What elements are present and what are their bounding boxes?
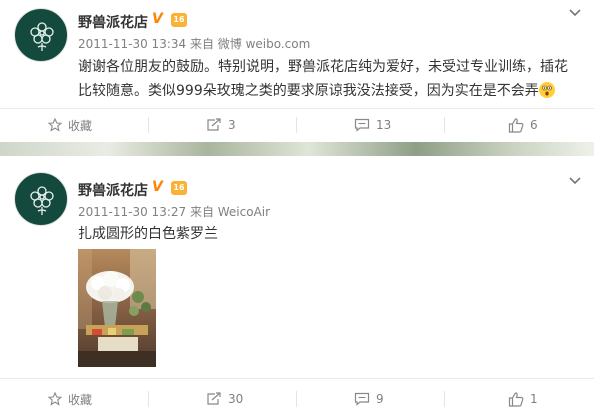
divider	[0, 378, 594, 379]
star-icon	[48, 118, 62, 132]
repost-button[interactable]: 3	[206, 111, 236, 139]
surprised-face-icon	[538, 82, 555, 98]
comment-icon	[354, 392, 370, 406]
post-text-line: 比较随意。类似999朵玫瑰之类的要求原谅我没法接受，因为实在是不会弄	[78, 79, 568, 103]
repost-button[interactable]: 30	[206, 385, 243, 413]
comment-count: 13	[376, 118, 392, 132]
user-name[interactable]: 野兽派花店	[78, 180, 148, 200]
divider	[296, 391, 297, 407]
comment-count: 9	[376, 392, 384, 406]
post-actions: 收藏 3 13 6	[0, 111, 594, 139]
weibo-post-2: 野兽派花店 V 16 2011-11-30 13:27 来自 WeicoAir …	[0, 156, 594, 416]
favorite-label: 收藏	[68, 392, 93, 407]
verified-badge-icon: V	[152, 11, 163, 27]
repost-icon	[207, 392, 221, 405]
post-text: 扎成圆形的白色紫罗兰	[78, 222, 568, 246]
post-text: 谢谢各位朋友的鼓励。特别说明，野兽派花店纯为爱好，未受过专业训练，插花 比较随意…	[78, 55, 568, 103]
post-actions: 收藏 30 9 1	[0, 385, 594, 413]
favorite-button[interactable]: 收藏	[48, 385, 92, 413]
divider	[148, 391, 149, 407]
level-badge-icon: 16	[171, 181, 187, 195]
favorite-button[interactable]: 收藏	[48, 111, 92, 139]
weibo-post-1: 野兽派花店 V 16 2011-11-30 13:34 来自 微博 weibo.…	[0, 0, 594, 142]
favorite-label: 收藏	[68, 118, 93, 133]
divider	[0, 108, 594, 109]
comment-button[interactable]: 13	[354, 111, 391, 139]
post-text-line: 谢谢各位朋友的鼓励。特别说明，野兽派花店纯为爱好，未受过专业训练，插花	[78, 59, 568, 75]
level-badge-icon: 16	[171, 13, 187, 27]
flower-logo-icon	[30, 22, 54, 51]
divider	[444, 117, 445, 133]
user-name[interactable]: 野兽派花店	[78, 12, 148, 32]
repost-icon	[207, 118, 221, 131]
white-violet-bouquet-photo	[78, 249, 156, 367]
like-count: 6	[530, 118, 538, 132]
chevron-down-icon[interactable]	[568, 6, 582, 20]
post-meta: 2011-11-30 13:34 来自 微博 weibo.com	[78, 37, 311, 51]
chevron-down-icon[interactable]	[568, 174, 582, 188]
post-text-line: 扎成圆形的白色紫罗兰	[78, 226, 218, 242]
repost-count: 30	[228, 392, 244, 406]
thumbs-up-icon	[508, 391, 524, 407]
background-strip	[0, 142, 594, 156]
star-icon	[48, 392, 62, 406]
like-button[interactable]: 6	[508, 111, 538, 139]
like-count: 1	[530, 392, 538, 406]
repost-count: 3	[228, 118, 236, 132]
flower-logo-icon	[30, 186, 54, 215]
divider	[296, 117, 297, 133]
like-button[interactable]: 1	[508, 385, 538, 413]
post-image[interactable]	[78, 249, 156, 367]
divider	[444, 391, 445, 407]
post-text-line: 比较随意。类似999朵玫瑰之类的要求原谅我没法接受，因为实在是不会弄	[78, 83, 539, 99]
avatar[interactable]	[14, 172, 68, 226]
thumbs-up-icon	[508, 117, 524, 133]
comment-icon	[354, 118, 370, 132]
divider	[148, 117, 149, 133]
post-meta: 2011-11-30 13:27 来自 WeicoAir	[78, 205, 271, 219]
verified-badge-icon: V	[152, 179, 163, 195]
comment-button[interactable]: 9	[354, 385, 384, 413]
avatar[interactable]	[14, 8, 68, 62]
